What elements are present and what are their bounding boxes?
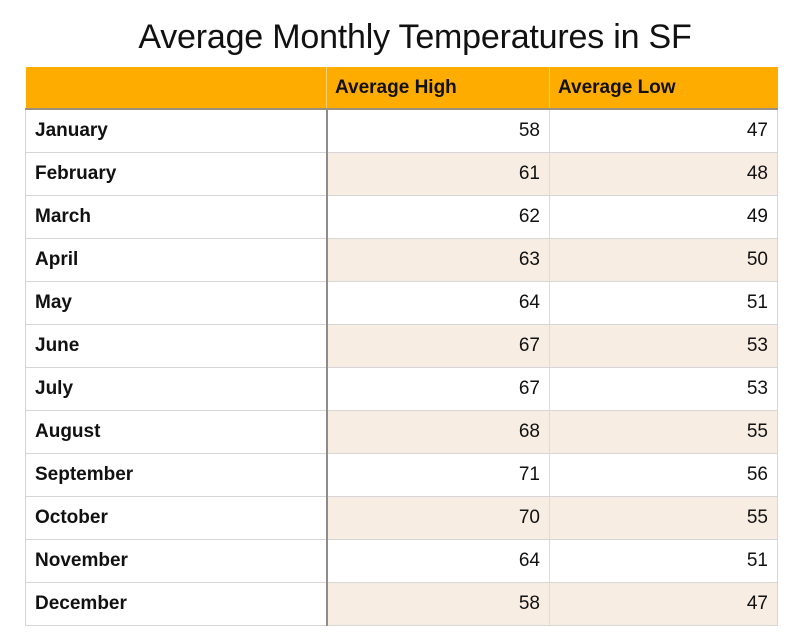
month-cell: February: [25, 152, 328, 196]
header-month: [25, 67, 327, 110]
low-cell: 48: [549, 152, 778, 196]
temperature-table: Average High Average Low January 58 47 Feb…: [25, 67, 778, 626]
month-cell: September: [25, 453, 328, 497]
high-cell: 64: [326, 539, 550, 583]
high-cell: 67: [326, 324, 550, 368]
low-cell: 53: [549, 367, 778, 411]
month-cell: November: [25, 539, 328, 583]
table-row: September 71 56: [25, 453, 778, 497]
month-cell: August: [25, 410, 328, 454]
high-cell: 70: [326, 496, 550, 540]
month-cell: January: [25, 109, 328, 153]
high-cell: 67: [326, 367, 550, 411]
table-row: March 62 49: [25, 195, 778, 239]
low-cell: 51: [549, 539, 778, 583]
table-row: January 58 47: [25, 109, 778, 153]
high-cell: 68: [326, 410, 550, 454]
high-cell: 64: [326, 281, 550, 325]
table-row: August 68 55: [25, 410, 778, 454]
low-cell: 49: [549, 195, 778, 239]
high-cell: 58: [326, 582, 550, 626]
high-cell: 58: [326, 109, 550, 153]
low-cell: 51: [549, 281, 778, 325]
month-cell: December: [25, 582, 328, 626]
high-cell: 61: [326, 152, 550, 196]
low-cell: 56: [549, 453, 778, 497]
low-cell: 47: [549, 109, 778, 153]
month-cell: July: [25, 367, 328, 411]
table-row: October 70 55: [25, 496, 778, 540]
low-cell: 50: [549, 238, 778, 282]
high-cell: 63: [326, 238, 550, 282]
header-row: Average High Average Low: [25, 67, 778, 110]
table-row: November 64 51: [25, 539, 778, 583]
low-cell: 55: [549, 410, 778, 454]
low-cell: 53: [549, 324, 778, 368]
table-row: December 58 47: [25, 582, 778, 626]
page-title: Average Monthly Temperatures in SF: [138, 18, 692, 56]
table-row: June 67 53: [25, 324, 778, 368]
table-row: April 63 50: [25, 238, 778, 282]
table-row: February 61 48: [25, 152, 778, 196]
high-cell: 71: [326, 453, 550, 497]
header-average-low: Average Low: [549, 67, 778, 110]
table-row: May 64 51: [25, 281, 778, 325]
header-average-high: Average High: [326, 67, 550, 110]
month-cell: May: [25, 281, 328, 325]
table-row: July 67 53: [25, 367, 778, 411]
high-cell: 62: [326, 195, 550, 239]
month-cell: April: [25, 238, 328, 282]
low-cell: 47: [549, 582, 778, 626]
month-cell: October: [25, 496, 328, 540]
month-cell: June: [25, 324, 328, 368]
month-cell: March: [25, 195, 328, 239]
low-cell: 55: [549, 496, 778, 540]
